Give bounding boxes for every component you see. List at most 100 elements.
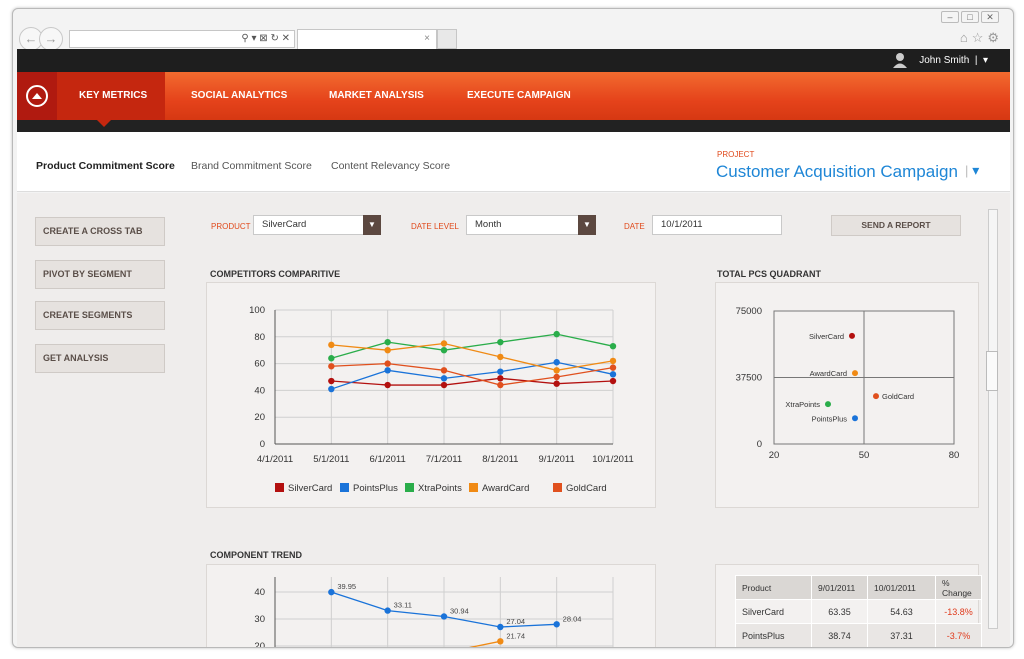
- competitors-chart-title: COMPETITORS COMPARITIVE: [210, 269, 341, 279]
- data-label: 30.94: [450, 606, 469, 615]
- create-cross-tab-button[interactable]: CREATE A CROSS TAB: [35, 217, 165, 246]
- data-label: 28.04: [563, 614, 582, 623]
- address-bar[interactable]: ⚲ ▾ ⊠ ↻ ✕: [69, 30, 295, 48]
- x-tick-label: 5/1/2011: [313, 454, 349, 465]
- legend-swatch: [275, 483, 284, 492]
- data-label: 33.11: [394, 601, 412, 610]
- legend-label: SilverCard: [288, 483, 332, 494]
- x-tick-label: 8/1/2011: [482, 454, 518, 465]
- x-tick-label: 50: [859, 450, 870, 461]
- scrollbar[interactable]: [986, 209, 998, 629]
- legend-label: PointsPlus: [353, 483, 398, 494]
- browser-window: – □ ✕ ← → ⚲ ▾ ⊠ ↻ ✕ × ⌂☆⚙ John Smith | ▾…: [12, 8, 1014, 648]
- up-arrow-icon: [26, 85, 48, 107]
- point-label: XtraPoints: [785, 400, 820, 409]
- date-level-label: DATE LEVEL: [411, 222, 459, 231]
- competitors-chart-panel: 0 20 40 60 80 100 4/1/2011 5/1/2011 6/1/2011 7/1/…: [206, 282, 656, 508]
- nav-social-analytics[interactable]: SOCIAL ANALYTICS: [191, 72, 287, 120]
- x-tick-label: 10/1/2011: [592, 454, 634, 465]
- tab-product-commitment[interactable]: Product Commitment Score: [36, 160, 175, 172]
- new-tab-button[interactable]: [437, 29, 457, 49]
- y-tick-label: 40: [254, 587, 265, 598]
- favorites-icon[interactable]: ☆: [972, 30, 988, 45]
- y-tick-label: 75000: [736, 306, 762, 317]
- series-line-silvercard: [331, 377, 614, 386]
- nav-market-analysis[interactable]: MARKET ANALYSIS: [329, 72, 424, 120]
- user-menu[interactable]: John Smith | ▾: [919, 55, 988, 66]
- table-cell: 37.31: [867, 623, 936, 647]
- data-point: [328, 355, 335, 362]
- y-tick-label: 40: [254, 385, 265, 396]
- legend-label: AwardCard: [482, 483, 529, 494]
- data-point: [609, 377, 617, 385]
- table-header: 10/01/2011: [867, 575, 936, 600]
- table-cell: -3.7%: [935, 623, 982, 647]
- nav-key-metrics[interactable]: KEY METRICS: [57, 72, 165, 120]
- home-icon[interactable]: ⌂: [960, 30, 972, 45]
- data-point: [384, 360, 391, 367]
- browser-nav: ← →: [19, 27, 63, 51]
- logo[interactable]: [17, 72, 57, 120]
- date-level-select[interactable]: Month ▼: [466, 215, 596, 235]
- data-point: [328, 377, 335, 385]
- get-analysis-button[interactable]: GET ANALYSIS: [35, 344, 165, 373]
- data-point: [440, 375, 448, 382]
- data-point: [384, 338, 391, 346]
- x-tick-label: 20: [769, 450, 780, 461]
- data-point: [609, 364, 617, 371]
- maximize-icon[interactable]: □: [961, 11, 979, 23]
- close-icon[interactable]: ✕: [981, 11, 999, 23]
- point-label: AwardCard: [810, 369, 847, 378]
- send-report-button[interactable]: SEND A REPORT: [831, 215, 961, 236]
- series-line-pointsplus: [331, 361, 614, 390]
- nav-execute-campaign[interactable]: EXECUTE CAMPAIGN: [467, 72, 571, 120]
- project-label: PROJECT: [717, 150, 755, 159]
- pivot-by-segment-button[interactable]: PIVOT BY SEGMENT: [35, 260, 165, 289]
- quadrant-scatter-chart: 0 37500 75000 20 50 80 SilverCard AwardCard Gold…: [736, 306, 960, 461]
- point-label: SilverCard: [809, 332, 844, 341]
- legend-swatch: [469, 483, 478, 492]
- project-selector[interactable]: Customer Acquisition Campaign: [716, 162, 958, 182]
- data-point: [497, 375, 504, 382]
- window-controls: – □ ✕: [941, 11, 999, 23]
- data-point: [384, 381, 391, 389]
- y-tick-label: 20: [254, 412, 265, 423]
- data-point: [328, 363, 335, 370]
- user-bar: John Smith | ▾: [17, 49, 1010, 72]
- series-line-awardcard: [469, 640, 501, 647]
- user-name: John Smith: [919, 55, 970, 66]
- date-input[interactable]: 10/1/2011: [652, 215, 782, 235]
- y-tick-label: 0: [260, 439, 265, 450]
- data-point: [497, 368, 504, 375]
- x-tick-label: 9/1/2011: [539, 454, 575, 465]
- data-point: [384, 347, 391, 354]
- x-tick-label: 6/1/2011: [370, 454, 406, 465]
- scrollbar-thumb[interactable]: [986, 351, 998, 391]
- data-point: [328, 588, 335, 596]
- x-tick-label: 7/1/2011: [426, 454, 462, 465]
- settings-icon[interactable]: ⚙: [987, 30, 1003, 45]
- chevron-down-icon[interactable]: | ▾: [965, 162, 979, 179]
- table-header: Product: [735, 575, 812, 600]
- scatter-point: [852, 415, 858, 422]
- data-point: [440, 381, 448, 389]
- legend-label: XtraPoints: [418, 483, 462, 494]
- table-row: SilverCard 63.35 54.63 -13.8%: [735, 599, 982, 624]
- main-nav: KEY METRICS SOCIAL ANALYTICS MARKET ANAL…: [17, 72, 1010, 120]
- forward-icon[interactable]: →: [39, 27, 63, 51]
- tab-brand-commitment[interactable]: Brand Commitment Score: [191, 160, 312, 172]
- browser-tab[interactable]: ×: [297, 29, 437, 49]
- legend-swatch: [340, 483, 349, 492]
- table-cell: 38.74: [811, 623, 868, 647]
- create-segments-button[interactable]: CREATE SEGMENTS: [35, 301, 165, 330]
- tab-content-relevancy[interactable]: Content Relevancy Score: [331, 160, 450, 172]
- minimize-icon[interactable]: –: [941, 11, 959, 23]
- scatter-point: [825, 401, 831, 408]
- data-point: [609, 342, 617, 350]
- product-select[interactable]: SilverCard ▼: [253, 215, 381, 235]
- sub-tabs: Product Commitment Score Brand Commitmen…: [17, 132, 1010, 192]
- scatter-point: [852, 370, 858, 377]
- data-point: [497, 623, 504, 631]
- data-point: [553, 373, 560, 381]
- date-label: DATE: [624, 222, 645, 231]
